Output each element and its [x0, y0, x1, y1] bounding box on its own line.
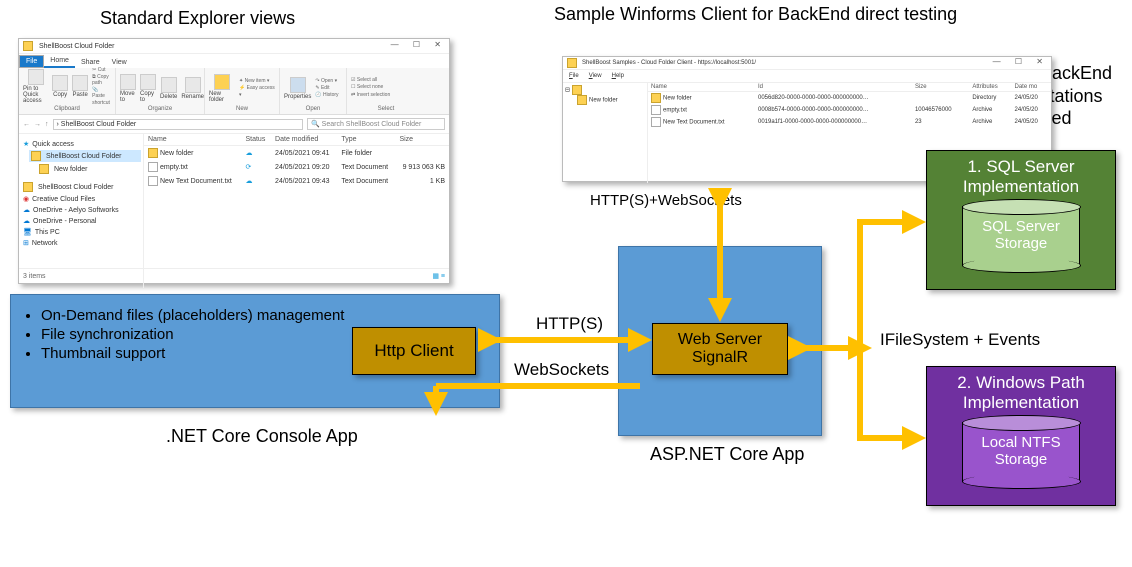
cloud-icon: ☁ — [245, 178, 252, 185]
col-date[interactable]: Date modified — [271, 134, 337, 146]
wf-grid: Name Id Size Attributes Date mo New fold… — [648, 83, 1051, 128]
label-http-ws: HTTP(S)+WebSockets — [590, 192, 742, 209]
menu-help[interactable]: Help — [612, 73, 624, 79]
window-controls[interactable]: — ☐ ✕ — [391, 40, 447, 49]
side-quickaccess[interactable]: ★Quick access — [21, 139, 141, 149]
sql-storage-cylinder: SQL ServerStorage — [962, 206, 1080, 266]
address-bar[interactable]: › ShellBoost Cloud Folder — [53, 119, 304, 130]
tree-root[interactable]: ⊟ — [565, 85, 645, 95]
ribbon-open[interactable]: ↷ Open ▾ — [315, 78, 338, 85]
cloud-icon: ☁ — [245, 150, 252, 157]
ribbon-group-new: New — [209, 106, 275, 112]
ribbon-delete[interactable]: Delete — [160, 77, 177, 100]
window-controls[interactable]: — ☐ ✕ — [993, 57, 1049, 66]
signalr-line2: SignalR — [692, 349, 748, 367]
side-onedrive2[interactable]: ☁OneDrive - Personal — [21, 216, 141, 226]
label-ifilesystem: IFileSystem + Events — [880, 330, 1040, 350]
file-icon — [148, 176, 158, 186]
ribbon-group-organize: Organize — [120, 106, 200, 112]
side-shellboost[interactable]: ShellBoost Cloud Folder — [21, 181, 141, 193]
label-winforms-client: Sample Winforms Client for BackEnd direc… — [554, 4, 957, 26]
col-type[interactable]: Type — [337, 134, 395, 146]
ribbon-copyto[interactable]: Copy to — [140, 74, 156, 103]
tree-item[interactable]: New folder — [577, 95, 645, 105]
side-newfolder[interactable]: New folder — [37, 163, 141, 175]
ribbon-easyaccess[interactable]: ⚡ Easy access ▾ — [239, 85, 275, 99]
windows-backend-box: 2. Windows PathImplementation Local NTFS… — [926, 366, 1116, 506]
ribbon-pin[interactable]: Pin to Quick access — [23, 69, 48, 104]
ribbon-invert[interactable]: ⇄ Invert selection — [351, 92, 390, 100]
col-name[interactable]: Name — [144, 134, 241, 146]
wf-tree: ⊟ New folder — [563, 83, 648, 183]
ribbon-selectnone[interactable]: ☐ Select none — [351, 84, 390, 92]
ribbon-properties[interactable]: Properties — [284, 77, 311, 100]
file-list: Name Status Date modified Type Size New … — [144, 134, 449, 288]
wf-col-name[interactable]: Name — [648, 83, 755, 92]
label-https: HTTP(S) — [536, 314, 603, 334]
side-ccf[interactable]: ◉Creative Cloud Files — [21, 194, 141, 204]
list-item: On-Demand files (placeholders) managemen… — [41, 307, 499, 324]
app-icon — [567, 58, 577, 68]
table-row[interactable]: New Text Document.txt0019a1f1-0000-0000-… — [648, 116, 1051, 128]
ribbon-group-select: Select — [351, 106, 421, 112]
label-net-console: .NET Core Console App — [166, 426, 358, 447]
ribbon-group-clipboard: Clipboard — [23, 106, 111, 112]
side-scf[interactable]: ShellBoost Cloud Folder — [29, 150, 141, 162]
menu-view[interactable]: View — [589, 73, 602, 79]
table-row[interactable]: empty.txt0008b574-0000-0000-0000-0000000… — [648, 104, 1051, 116]
nav-pane: ★Quick access ShellBoost Cloud Folder Ne… — [19, 134, 144, 288]
wf-col-size[interactable]: Size — [912, 83, 969, 92]
ntfs-storage-cylinder: Local NTFSStorage — [962, 422, 1080, 482]
table-row[interactable]: New folder ☁ 24/05/2021 09:41File folder — [144, 146, 449, 161]
status-items: 3 items — [23, 273, 46, 280]
view-toggle[interactable]: ▦ ≡ — [432, 272, 445, 280]
ribbon-edit[interactable]: ✎ Edit — [315, 85, 338, 92]
http-client-box: Http Client — [352, 327, 476, 375]
nav-up[interactable]: ↑ — [45, 121, 49, 128]
label-standard-explorer: Standard Explorer views — [100, 8, 295, 29]
ribbon-copypath[interactable]: ⧉ Copy path — [92, 74, 111, 87]
file-icon — [148, 162, 158, 172]
signalr-box: Web Server SignalR — [652, 323, 788, 375]
folder-icon — [148, 148, 158, 158]
ribbon-selectall[interactable]: ☑ Select all — [351, 77, 390, 85]
ribbon-history[interactable]: 🕘 History — [315, 92, 338, 99]
sql-backend-box: 1. SQL ServerImplementation SQL ServerSt… — [926, 150, 1116, 290]
side-onedrive1[interactable]: ☁OneDrive - Aelyo Softworks — [21, 205, 141, 215]
ribbon: Pin to Quick access Copy Paste ✂ Cut ⧉ C… — [19, 68, 449, 115]
side-network[interactable]: ⊞Network — [21, 238, 141, 248]
menu-file[interactable]: File — [569, 73, 579, 79]
sync-icon: ⟳ — [245, 164, 251, 171]
ribbon-rename[interactable]: Rename — [181, 77, 204, 100]
folder-icon — [23, 41, 33, 51]
ribbon-pasteshortcut[interactable]: 📎 Paste shortcut — [92, 87, 111, 107]
ribbon-paste[interactable]: Paste — [72, 75, 88, 98]
nav-back[interactable]: ← — [23, 121, 30, 128]
ribbon-newfolder[interactable]: New folder — [209, 74, 235, 103]
ribbon-copy[interactable]: Copy — [52, 75, 68, 98]
ribbon-moveto[interactable]: Move to — [120, 74, 136, 103]
signalr-line1: Web Server — [678, 331, 762, 349]
wf-col-id[interactable]: Id — [755, 83, 912, 92]
ribbon-newitem[interactable]: ✦ New item ▾ — [239, 78, 275, 85]
side-thispc[interactable]: 🖥This PC — [21, 227, 141, 237]
nav-forward[interactable]: → — [34, 121, 41, 128]
label-websockets: WebSockets — [514, 360, 609, 380]
col-status[interactable]: Status — [241, 134, 271, 146]
wf-title: ShellBoost Samples - Cloud Folder Client… — [582, 60, 756, 66]
table-row[interactable]: New folder0056d820-0000-0000-0000-000000… — [648, 92, 1051, 105]
search-input[interactable]: 🔍 Search ShellBoost Cloud Folder — [307, 118, 445, 130]
col-size[interactable]: Size — [395, 134, 449, 146]
explorer-title: ShellBoost Cloud Folder — [39, 43, 115, 50]
explorer-window: ShellBoost Cloud Folder — ☐ ✕ File Home … — [18, 38, 450, 284]
table-row[interactable]: New Text Document.txt ☁ 24/05/2021 09:43… — [144, 174, 449, 188]
label-aspnet: ASP.NET Core App — [650, 444, 804, 465]
wf-col-date[interactable]: Date mo — [1012, 83, 1052, 92]
ribbon-group-open: Open — [284, 106, 342, 112]
wf-col-attr[interactable]: Attributes — [969, 83, 1011, 92]
table-row[interactable]: empty.txt ⟳ 24/05/2021 09:20Text Documen… — [144, 160, 449, 174]
